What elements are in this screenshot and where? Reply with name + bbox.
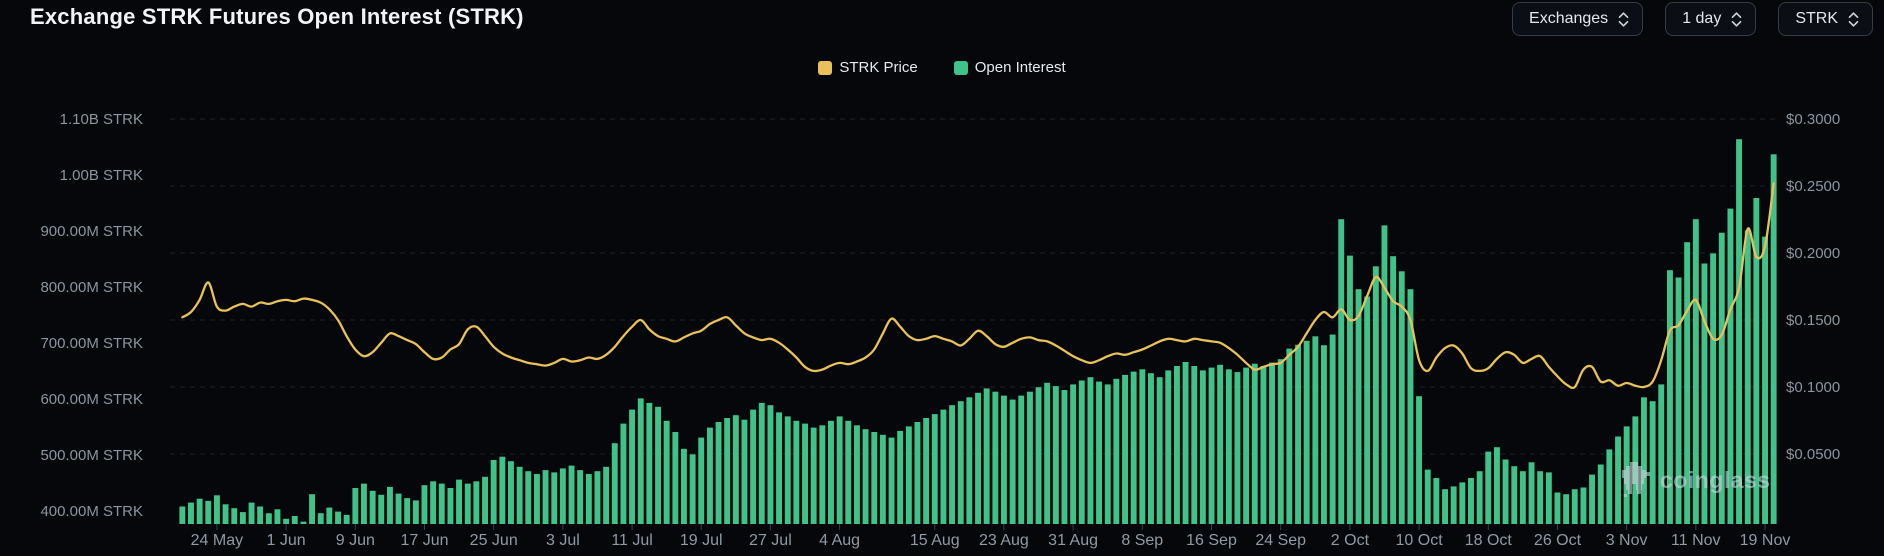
svg-text:2 Oct: 2 Oct [1331,532,1370,549]
svg-text:23 Aug: 23 Aug [979,532,1029,549]
svg-text:$0.2500: $0.2500 [1786,178,1840,195]
svg-text:25 Jun: 25 Jun [470,532,518,549]
svg-text:19 Jul: 19 Jul [680,532,723,549]
svg-text:1 Jun: 1 Jun [267,532,306,549]
svg-text:27 Jul: 27 Jul [749,532,792,549]
svg-text:24 May: 24 May [191,532,243,549]
svg-text:19 Nov: 19 Nov [1740,532,1791,549]
svg-text:4 Aug: 4 Aug [819,532,860,549]
svg-text:11 Nov: 11 Nov [1671,532,1721,549]
svg-text:15 Aug: 15 Aug [910,532,960,549]
svg-text:1.00B STRK: 1.00B STRK [60,167,143,184]
svg-text:16 Sep: 16 Sep [1186,532,1237,549]
svg-text:8 Sep: 8 Sep [1121,532,1163,549]
svg-text:3 Nov: 3 Nov [1606,532,1648,549]
coinglass-open-interest-page: Exchange STRK Futures Open Interest (STR… [0,0,1884,556]
svg-text:$0.1500: $0.1500 [1786,312,1840,329]
svg-text:$0.3000: $0.3000 [1786,111,1840,128]
svg-text:26 Oct: 26 Oct [1534,532,1582,549]
svg-text:$0.2000: $0.2000 [1786,245,1840,262]
svg-text:400.00M STRK: 400.00M STRK [40,503,143,520]
svg-text:700.00M STRK: 700.00M STRK [40,335,143,352]
svg-text:600.00M STRK: 600.00M STRK [40,391,143,408]
svg-text:17 Jun: 17 Jun [400,532,448,549]
svg-text:800.00M STRK: 800.00M STRK [40,279,143,296]
chart-plot-area[interactable]: 1.10B STRK 1.00B STRK 900.00M STRK 800.00M … [0,0,1884,556]
svg-text:500.00M STRK: 500.00M STRK [40,447,143,464]
svg-text:18 Oct: 18 Oct [1465,532,1513,549]
svg-text:1.10B STRK: 1.10B STRK [60,111,143,128]
open-interest-chart[interactable]: 1.10B STRK 1.00B STRK 900.00M STRK 800.00M … [0,0,1884,556]
svg-text:10 Oct: 10 Oct [1396,532,1444,549]
svg-text:11 Jul: 11 Jul [611,532,653,549]
svg-text:3 Jul: 3 Jul [546,532,580,549]
svg-text:$0.0500: $0.0500 [1786,446,1840,463]
svg-text:900.00M STRK: 900.00M STRK [40,223,143,240]
svg-text:$0.1000: $0.1000 [1786,379,1840,396]
svg-text:9 Jun: 9 Jun [336,532,375,549]
svg-text:31 Aug: 31 Aug [1048,532,1098,549]
svg-text:24 Sep: 24 Sep [1255,532,1306,549]
